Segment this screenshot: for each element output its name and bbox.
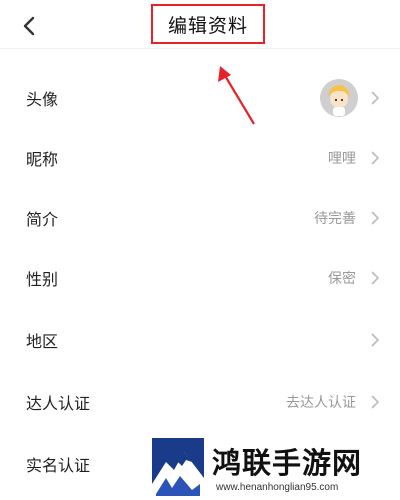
row-expert-verify[interactable]: 达人认证 去达人认证 [0, 372, 400, 432]
row-label: 头像 [26, 90, 59, 109]
row-avatar[interactable]: 头像 [0, 68, 400, 128]
watermark-title: 鸿联手游网 [212, 446, 363, 480]
chevron-right-icon [371, 151, 380, 165]
row-label: 简介 [26, 210, 59, 229]
chevron-right-icon [371, 211, 380, 225]
highlight-box: 编辑资料 [151, 4, 265, 44]
top-bar: 编辑资料 [0, 0, 400, 49]
back-button[interactable] [16, 12, 44, 40]
chevron-right-icon [371, 91, 380, 105]
row-bio[interactable]: 简介 待完善 [0, 188, 400, 248]
row-value: 保密 [328, 271, 356, 287]
watermark-url: www.henanhonglian95.com [216, 482, 339, 493]
row-nickname[interactable]: 昵称 哩哩 [0, 128, 400, 188]
row-label: 地区 [26, 332, 59, 351]
row-value: 待完善 [314, 211, 356, 227]
chevron-left-icon [23, 16, 35, 36]
row-value: 哩哩 [328, 151, 356, 167]
row-gender[interactable]: 性别 保密 [0, 248, 400, 308]
watermark: 鸿联手游网 www.henanhonglian95.com [152, 438, 400, 500]
chevron-right-icon [371, 395, 380, 409]
row-label: 达人认证 [26, 394, 91, 413]
avatar [320, 79, 358, 117]
chevron-right-icon [371, 271, 380, 285]
chevron-right-icon [371, 333, 380, 347]
page-title: 编辑资料 [167, 14, 248, 37]
mountain-logo-icon [152, 438, 204, 500]
row-label: 昵称 [26, 150, 59, 169]
row-label: 性别 [26, 270, 59, 289]
row-label: 实名认证 [26, 456, 91, 475]
row-value: 去达人认证 [286, 395, 356, 411]
row-region[interactable]: 地区 [0, 310, 400, 370]
